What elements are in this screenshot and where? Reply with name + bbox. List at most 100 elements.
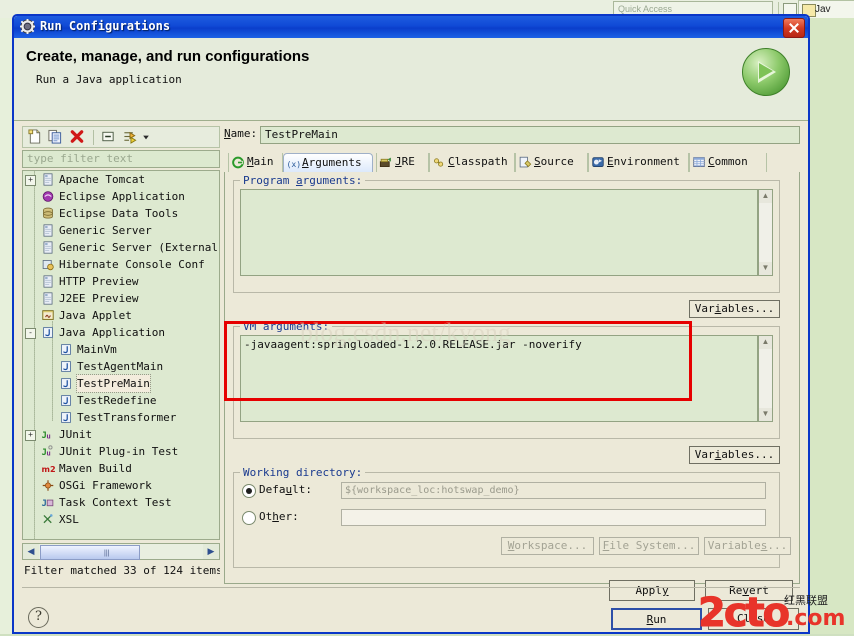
- revert-button[interactable]: Revert: [705, 580, 793, 601]
- tree-item-j2ee-preview[interactable]: J2EE Preview: [23, 290, 219, 307]
- scroll-up-icon[interactable]: ▲: [759, 336, 772, 349]
- xsl-icon: [41, 513, 55, 526]
- tree-item-label: OSGi Framework: [59, 477, 152, 494]
- close-icon[interactable]: [783, 18, 805, 38]
- scroll-right-icon[interactable]: ▶: [203, 544, 219, 559]
- tree-item-testagentmain[interactable]: TestAgentMain: [23, 358, 219, 375]
- svg-text:J: J: [42, 499, 47, 509]
- maven-m2-icon: m2: [41, 462, 55, 475]
- java-applet-icon: [41, 309, 55, 322]
- working-dir-variables-button[interactable]: Variables...: [704, 537, 791, 555]
- scroll-left-icon[interactable]: ◀: [23, 544, 39, 559]
- working-dir-other-input[interactable]: [341, 509, 766, 526]
- chevron-down-icon[interactable]: [141, 129, 151, 146]
- collapse-all-icon[interactable]: [100, 129, 118, 146]
- name-label: Name:: [224, 127, 257, 140]
- working-dir-other-radio[interactable]: [242, 511, 256, 525]
- tree-item-java-application[interactable]: - Java Application: [23, 324, 219, 341]
- red-x-delete-icon[interactable]: [69, 129, 87, 146]
- tab-arguments[interactable]: (x)=Arguments: [283, 153, 373, 172]
- tree-item-label: Eclipse Data Tools: [59, 205, 178, 222]
- run-button[interactable]: Run: [611, 608, 702, 630]
- tab-source[interactable]: Source: [515, 153, 588, 172]
- search-input[interactable]: type filter text: [22, 150, 220, 168]
- tab-classpath[interactable]: Classpath: [429, 153, 515, 172]
- tree-item-java-applet[interactable]: Java Applet: [23, 307, 219, 324]
- scroll-up-icon[interactable]: ▲: [759, 190, 772, 203]
- program-arguments-input[interactable]: [240, 189, 758, 276]
- tree-item-maven-build[interactable]: m2Maven Build: [23, 460, 219, 477]
- configurations-tree[interactable]: +Apache TomcatEclipse ApplicationEclipse…: [22, 170, 220, 540]
- tree-expander-expand-icon[interactable]: +: [25, 175, 36, 186]
- tab-environment[interactable]: Environment: [588, 153, 689, 172]
- toolbar-separator: [93, 130, 94, 145]
- tree-item-testpremain[interactable]: TestPreMain: [23, 375, 219, 392]
- tree-item-label: TestRedefine: [77, 392, 156, 409]
- tree-item-http-preview[interactable]: HTTP Preview: [23, 273, 219, 290]
- main-green-c-icon: [231, 156, 245, 169]
- tree-item-eclipse-data-tools[interactable]: Eclipse Data Tools: [23, 205, 219, 222]
- scroll-down-icon[interactable]: ▼: [759, 262, 772, 275]
- eclipse-purple-icon: [41, 190, 55, 203]
- tree-item-xsl[interactable]: XSL: [23, 511, 219, 528]
- tree-item-junit-plug-in-test[interactable]: JuJUnit Plug-in Test: [23, 443, 219, 460]
- tree-horizontal-scrollbar[interactable]: ◀ ||| ▶: [22, 543, 220, 560]
- tree-item-label: HTTP Preview: [59, 273, 138, 290]
- tree-item-label: JUnit: [59, 426, 92, 443]
- tree-expander-collapse-icon[interactable]: -: [25, 328, 36, 339]
- java-application-icon: [59, 411, 73, 424]
- tab-label: Source: [534, 155, 574, 168]
- new-document-icon[interactable]: [27, 129, 45, 146]
- program-arguments-variables-button[interactable]: Variables...: [689, 300, 780, 318]
- working-dir-default-radio[interactable]: [242, 484, 256, 498]
- program-arguments-scrollbar[interactable]: ▲ ▼: [758, 189, 773, 276]
- working-dir-workspace-button[interactable]: Workspace...: [501, 537, 594, 555]
- tree-item-mainvm[interactable]: MainVm: [23, 341, 219, 358]
- working-dir-filesystem-button[interactable]: File System...: [599, 537, 699, 555]
- tree-item-hibernate-console-conf[interactable]: Hibernate Console Conf: [23, 256, 219, 273]
- scroll-down-icon[interactable]: ▼: [759, 408, 772, 421]
- java-application-icon: [59, 394, 73, 407]
- arguments-xeq-icon: (x)=: [286, 157, 300, 170]
- tab-bar: Main(x)=ArgumentsJREClasspath Source Envir…: [224, 153, 800, 173]
- copy-icon[interactable]: [47, 129, 65, 146]
- dialog-titlebar[interactable]: Run Configurations: [14, 16, 808, 38]
- tree-item-label: Java Application: [59, 324, 165, 341]
- tree-item-eclipse-application[interactable]: Eclipse Application: [23, 188, 219, 205]
- tab-label: Common: [708, 155, 748, 168]
- scrollbar-thumb[interactable]: |||: [40, 545, 140, 560]
- configuration-name-input[interactable]: TestPreMain: [260, 126, 800, 144]
- configuration-editor: Name: TestPreMain Main(x)=ArgumentsJRECl…: [224, 126, 800, 584]
- vm-arguments-group: VM arguments: -javaagent:springloaded-1.…: [233, 326, 780, 439]
- tree-item-label: Generic Server: [59, 222, 152, 239]
- name-row: Name: TestPreMain: [224, 126, 800, 144]
- svg-text:m2: m2: [42, 464, 56, 474]
- tree-item-label: Hibernate Console Conf: [59, 256, 205, 273]
- tree-item-apache-tomcat[interactable]: +Apache Tomcat: [23, 171, 219, 188]
- tree-expander-expand-icon[interactable]: +: [25, 430, 36, 441]
- vm-arguments-input[interactable]: -javaagent:springloaded-1.2.0.RELEASE.ja…: [240, 335, 758, 422]
- tab-common[interactable]: Common: [689, 153, 767, 172]
- vm-arguments-scrollbar[interactable]: ▲ ▼: [758, 335, 773, 422]
- vm-arguments-variables-button[interactable]: Variables...: [689, 446, 780, 464]
- tree-item-generic-server[interactable]: Generic Server: [23, 222, 219, 239]
- apply-button[interactable]: Apply: [609, 580, 695, 601]
- tab-jre[interactable]: JRE: [376, 153, 429, 172]
- tree-item-junit[interactable]: +JuJUnit: [23, 426, 219, 443]
- junit-task-icon: J: [41, 496, 55, 509]
- tree-item-osgi-framework[interactable]: OSGi Framework: [23, 477, 219, 494]
- close-button[interactable]: Close: [708, 608, 799, 630]
- quick-access-input[interactable]: Quick Access: [613, 1, 773, 15]
- working-dir-default-label: Default:: [259, 483, 312, 496]
- tree-item-task-context-test[interactable]: JTask Context Test: [23, 494, 219, 511]
- tree-item-generic-server-external[interactable]: Generic Server (External: [23, 239, 219, 256]
- program-arguments-label: Program arguments:: [240, 174, 365, 187]
- tree-item-testtransformer[interactable]: TestTransformer: [23, 409, 219, 426]
- tree-item-label: XSL: [59, 511, 79, 528]
- help-question-icon[interactable]: ?: [28, 607, 49, 628]
- tree-item-label: TestTransformer: [77, 409, 176, 426]
- filter-sort-icon[interactable]: [122, 129, 140, 146]
- osgi-icon: [41, 479, 55, 492]
- tree-item-testredefine[interactable]: TestRedefine: [23, 392, 219, 409]
- tab-main[interactable]: Main: [228, 153, 283, 172]
